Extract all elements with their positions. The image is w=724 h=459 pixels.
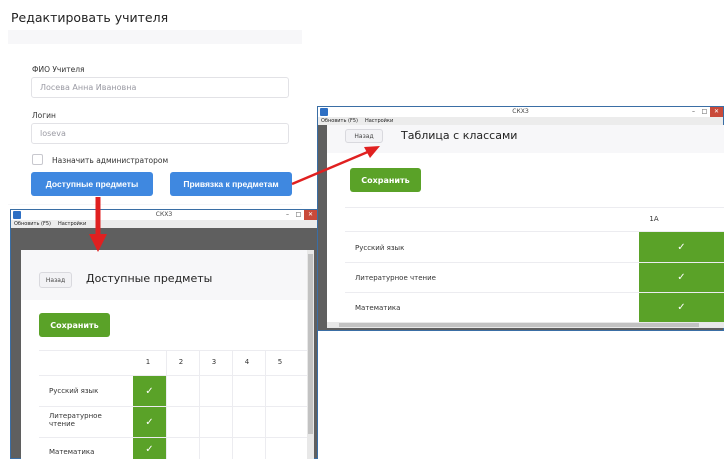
arrow-right	[291, 146, 380, 186]
arrow-down	[89, 197, 107, 252]
annotation-arrows	[89, 146, 380, 252]
